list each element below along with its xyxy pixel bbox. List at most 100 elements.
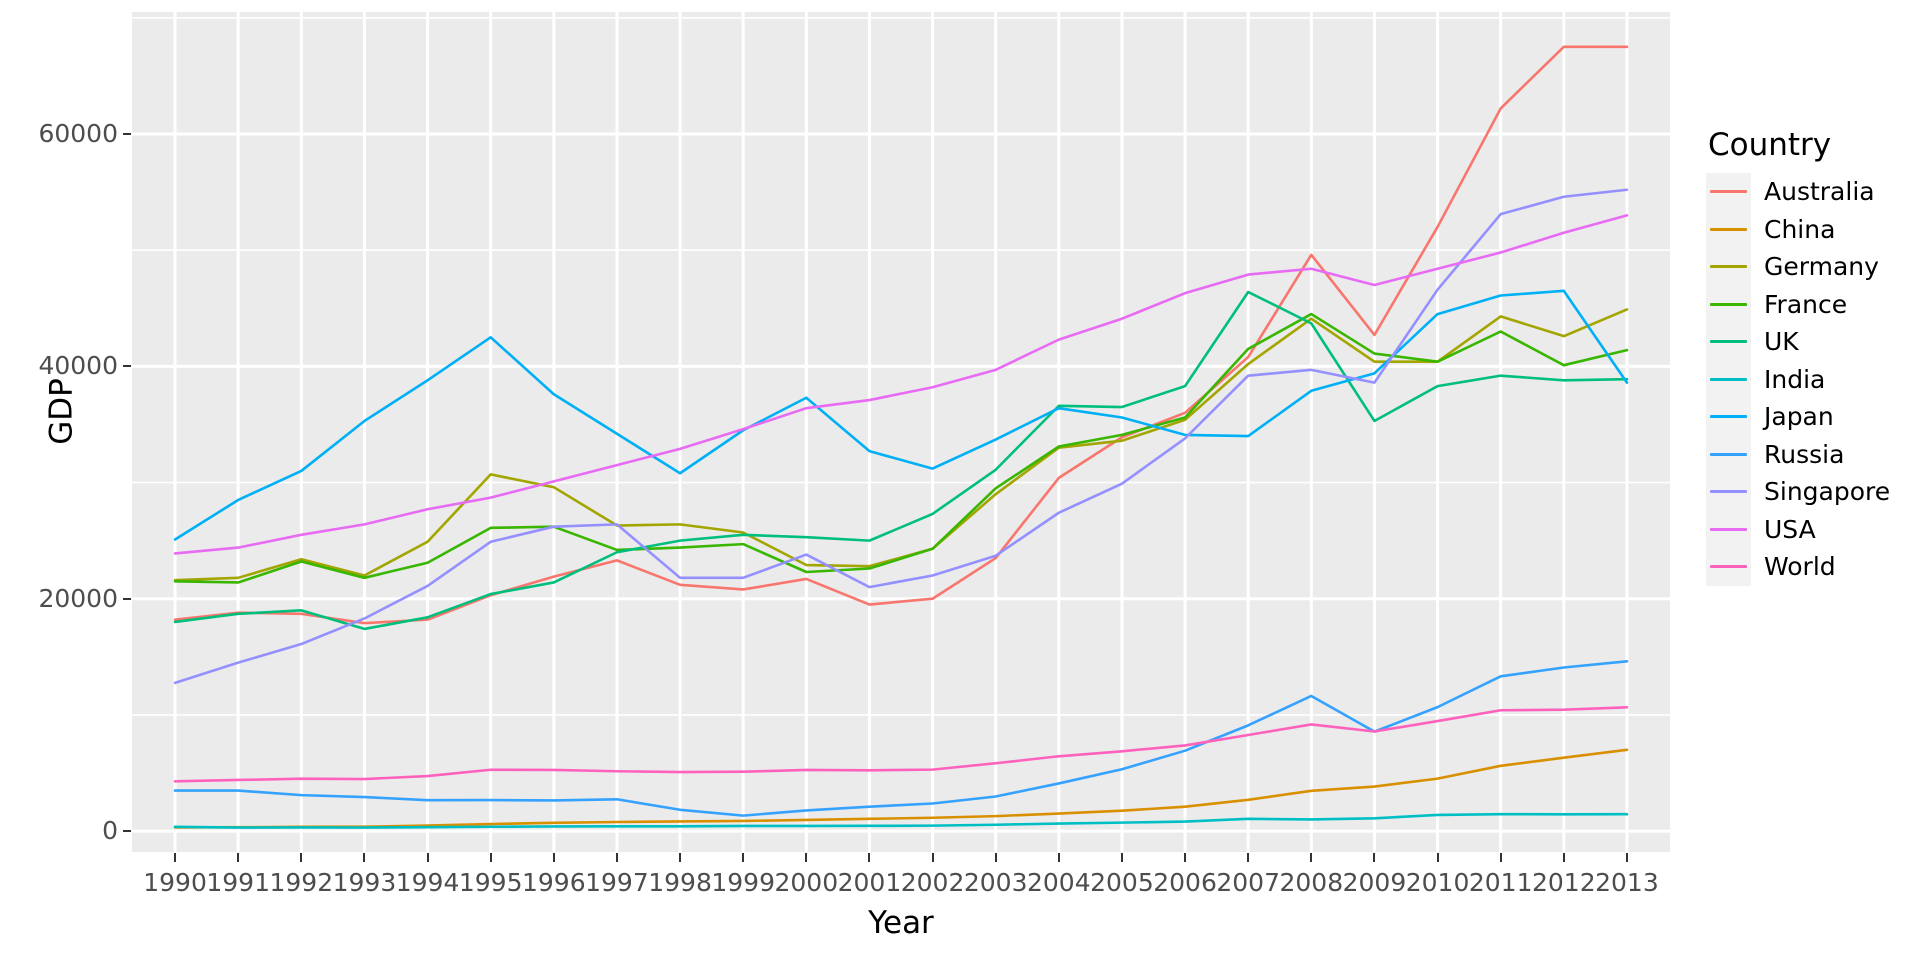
x-tick-label: 2004 xyxy=(1026,868,1091,897)
x-tick-label: 1992 xyxy=(269,868,334,897)
legend: Country Australia China Germany France UK Ind… xyxy=(1706,130,1916,586)
x-tick-label: 2013 xyxy=(1595,868,1659,897)
x-tick-label: 2003 xyxy=(963,868,1028,897)
x-tick-label: 1990 xyxy=(143,868,207,897)
legend-line-icon xyxy=(1710,415,1747,419)
x-tick-mark xyxy=(1310,853,1313,862)
legend-items: Australia China Germany France UK India Japan R… xyxy=(1706,173,1916,586)
legend-item-india[interactable]: India xyxy=(1706,360,1916,398)
series-line-germany xyxy=(173,308,1629,582)
x-tick-mark xyxy=(174,853,177,862)
series-line-japan xyxy=(173,289,1629,541)
y-tick-label: 40000 xyxy=(38,351,118,381)
x-tick-label: 1991 xyxy=(206,868,270,897)
legend-item-label: Singapore xyxy=(1764,477,1891,507)
x-tick-label: 1995 xyxy=(458,868,523,897)
legend-item-france[interactable]: France xyxy=(1706,285,1916,323)
x-tick-mark xyxy=(237,853,240,862)
x-tick-mark xyxy=(552,853,555,862)
legend-key-swatch xyxy=(1706,360,1751,398)
x-tick-mark xyxy=(1373,853,1376,862)
series-line-france xyxy=(173,312,1629,584)
legend-line-icon xyxy=(1710,227,1747,231)
x-tick-label: 2006 xyxy=(1153,868,1217,897)
legend-item-label: France xyxy=(1764,289,1848,319)
y-tick-mark xyxy=(123,830,131,833)
x-tick-label: 2012 xyxy=(1531,868,1596,897)
legend-item-usa[interactable]: USA xyxy=(1706,510,1916,548)
legend-line-icon xyxy=(1710,452,1747,456)
legend-item-label: USA xyxy=(1764,514,1816,544)
legend-key-swatch xyxy=(1706,173,1751,211)
chart-root: GDP 0 20000 40000 60000 1990 1991 1992 1993 199… xyxy=(0,0,1920,960)
legend-item-japan[interactable]: Japan xyxy=(1706,398,1916,436)
x-tick-label: 2009 xyxy=(1342,868,1407,897)
x-tick-mark xyxy=(363,853,366,862)
legend-key-swatch xyxy=(1706,248,1751,286)
x-tick-mark xyxy=(300,853,303,862)
x-tick-mark xyxy=(1625,853,1628,862)
x-tick-mark xyxy=(615,853,618,862)
x-tick-label: 2005 xyxy=(1090,868,1154,897)
x-tick-mark xyxy=(742,853,745,862)
x-tick-mark xyxy=(931,853,934,862)
x-tick-mark xyxy=(1436,853,1439,862)
x-tick-mark xyxy=(1499,853,1502,862)
legend-item-germany[interactable]: Germany xyxy=(1706,248,1916,286)
x-tick-mark xyxy=(1247,853,1250,862)
y-tick-label: 60000 xyxy=(38,118,118,148)
x-tick-label: 1997 xyxy=(585,868,649,897)
legend-item-label: UK xyxy=(1764,327,1799,357)
legend-item-china[interactable]: China xyxy=(1706,210,1916,248)
legend-line-icon xyxy=(1710,190,1747,194)
x-tick-mark xyxy=(1057,853,1060,862)
legend-key-swatch xyxy=(1706,323,1751,361)
legend-item-label: World xyxy=(1764,552,1836,582)
y-tick-label: 20000 xyxy=(38,583,118,613)
legend-line-icon xyxy=(1710,302,1747,306)
legend-key-swatch xyxy=(1706,285,1751,323)
x-tick-label: 2008 xyxy=(1279,868,1344,897)
x-tick-label: 1999 xyxy=(711,868,775,897)
x-tick-label: 2010 xyxy=(1405,868,1470,897)
legend-line-icon xyxy=(1710,377,1747,381)
legend-item-uk[interactable]: UK xyxy=(1706,323,1916,361)
legend-line-icon xyxy=(1710,265,1747,269)
x-tick-mark xyxy=(868,853,871,862)
legend-item-singapore[interactable]: Singapore xyxy=(1706,473,1916,511)
y-tick-mark xyxy=(123,365,131,368)
x-tick-mark xyxy=(679,853,682,862)
x-tick-mark xyxy=(1120,853,1123,862)
legend-line-icon xyxy=(1710,490,1747,494)
series-line-singapore xyxy=(173,188,1629,685)
x-tick-mark xyxy=(1562,853,1565,862)
series-line-usa xyxy=(173,214,1629,555)
x-tick-mark xyxy=(489,853,492,862)
legend-key-swatch xyxy=(1706,210,1751,248)
x-tick-label: 2000 xyxy=(774,868,839,897)
plot-panel-wrapper xyxy=(132,12,1670,852)
legend-item-russia[interactable]: Russia xyxy=(1706,435,1916,473)
legend-item-world[interactable]: World xyxy=(1706,548,1916,586)
series-lines xyxy=(173,45,1629,829)
legend-item-label: Australia xyxy=(1764,177,1875,207)
x-tick-label: 1998 xyxy=(648,868,712,897)
x-tick-label: 2007 xyxy=(1216,868,1280,897)
plot-lines-svg xyxy=(132,12,1670,852)
legend-item-label: Japan xyxy=(1764,402,1834,432)
legend-item-australia[interactable]: Australia xyxy=(1706,173,1916,211)
x-tick-label: 1993 xyxy=(332,868,397,897)
x-axis-title: Year xyxy=(868,905,934,941)
series-line-russia xyxy=(173,660,1629,817)
legend-item-label: Germany xyxy=(1764,252,1879,282)
legend-key-swatch xyxy=(1706,435,1751,473)
legend-item-label: India xyxy=(1764,364,1826,394)
legend-key-swatch xyxy=(1706,398,1751,436)
x-tick-label: 2001 xyxy=(837,868,902,897)
y-axis-tick-labels: 0 20000 40000 60000 xyxy=(0,0,118,960)
legend-line-icon xyxy=(1710,565,1747,569)
y-tick-label: 0 xyxy=(102,816,118,846)
legend-line-icon xyxy=(1710,340,1747,344)
x-tick-label: 2002 xyxy=(900,868,965,897)
legend-item-label: Russia xyxy=(1764,439,1845,469)
